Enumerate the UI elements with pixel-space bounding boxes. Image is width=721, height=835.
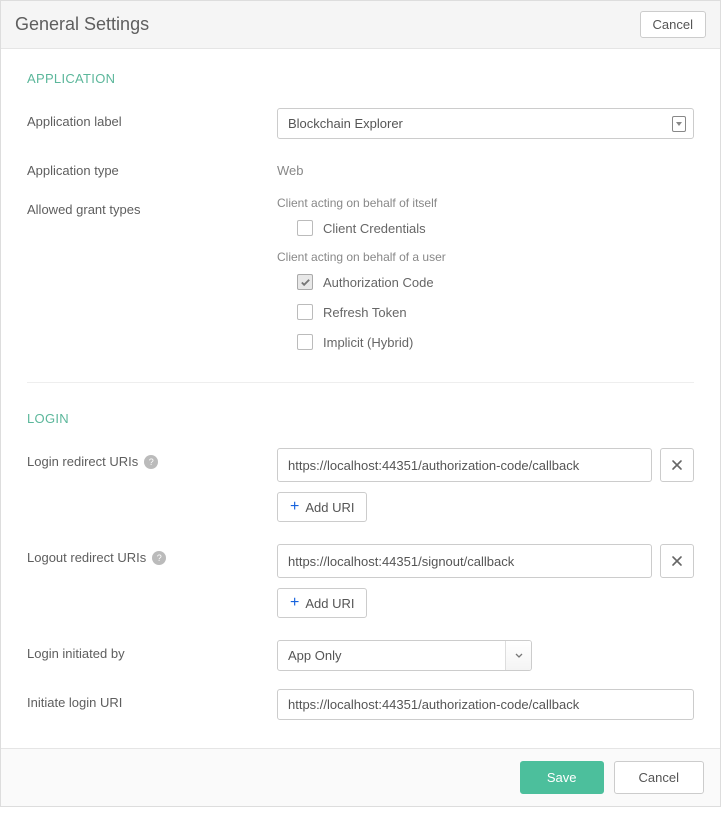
panel-title: General Settings: [15, 14, 149, 35]
label-login-redirect: Login redirect URIs ?: [27, 448, 277, 469]
application-type-value: Web: [277, 157, 694, 178]
cancel-button-top[interactable]: Cancel: [640, 11, 706, 38]
remove-login-redirect-button[interactable]: [660, 448, 694, 482]
plus-icon: +: [290, 595, 299, 611]
help-icon[interactable]: ?: [152, 551, 166, 565]
panel-body: APPLICATION Application label Applicatio…: [1, 49, 720, 748]
row-application-type: Application type Web: [27, 157, 694, 178]
label-login-redirect-text: Login redirect URIs: [27, 454, 138, 469]
remove-logout-redirect-button[interactable]: [660, 544, 694, 578]
input-end-icon: [672, 116, 686, 132]
panel-footer: Save Cancel: [1, 748, 720, 806]
label-logout-redirect: Logout redirect URIs ?: [27, 544, 277, 565]
close-icon: [671, 555, 683, 567]
row-application-label: Application label: [27, 108, 694, 139]
label-initiate-login-uri: Initiate login URI: [27, 689, 277, 710]
row-logout-redirect: Logout redirect URIs ? + Add URI: [27, 544, 694, 618]
initiate-login-uri-input[interactable]: [277, 689, 694, 720]
label-authorization-code: Authorization Code: [323, 275, 434, 290]
close-icon: [671, 459, 683, 471]
label-refresh-token: Refresh Token: [323, 305, 407, 320]
checkbox-authorization-code[interactable]: [297, 274, 313, 290]
grant-user-heading: Client acting on behalf of a user: [277, 250, 694, 264]
cancel-button-bottom[interactable]: Cancel: [614, 761, 704, 794]
checkbox-client-credentials[interactable]: [297, 220, 313, 236]
general-settings-panel: General Settings Cancel APPLICATION Appl…: [0, 0, 721, 807]
add-login-redirect-label: Add URI: [305, 500, 354, 515]
login-initiated-by-value[interactable]: [277, 640, 532, 671]
application-label-input[interactable]: [277, 108, 694, 139]
grant-self-heading: Client acting on behalf of itself: [277, 196, 694, 210]
label-login-initiated-by: Login initiated by: [27, 640, 277, 661]
row-login-initiated-by: Login initiated by: [27, 640, 694, 671]
login-initiated-by-select[interactable]: [277, 640, 532, 671]
label-logout-redirect-text: Logout redirect URIs: [27, 550, 146, 565]
label-client-credentials: Client Credentials: [323, 221, 426, 236]
row-initiate-login-uri: Initiate login URI: [27, 689, 694, 720]
help-icon[interactable]: ?: [144, 455, 158, 469]
add-login-redirect-button[interactable]: + Add URI: [277, 492, 367, 522]
checkbox-implicit-hybrid[interactable]: [297, 334, 313, 350]
label-grant-types: Allowed grant types: [27, 196, 277, 217]
login-redirect-input[interactable]: [277, 448, 652, 482]
save-button[interactable]: Save: [520, 761, 604, 794]
label-application-label: Application label: [27, 108, 277, 129]
plus-icon: +: [290, 499, 299, 515]
add-logout-redirect-label: Add URI: [305, 596, 354, 611]
add-logout-redirect-button[interactable]: + Add URI: [277, 588, 367, 618]
section-divider: [27, 382, 694, 383]
row-grant-types: Allowed grant types Client acting on beh…: [27, 196, 694, 364]
section-login: LOGIN: [27, 411, 694, 426]
row-login-redirect: Login redirect URIs ? + Add URI: [27, 448, 694, 522]
label-implicit-hybrid: Implicit (Hybrid): [323, 335, 413, 350]
checkbox-refresh-token[interactable]: [297, 304, 313, 320]
panel-header: General Settings Cancel: [1, 1, 720, 49]
section-application: APPLICATION: [27, 71, 694, 86]
label-application-type: Application type: [27, 157, 277, 178]
logout-redirect-input[interactable]: [277, 544, 652, 578]
